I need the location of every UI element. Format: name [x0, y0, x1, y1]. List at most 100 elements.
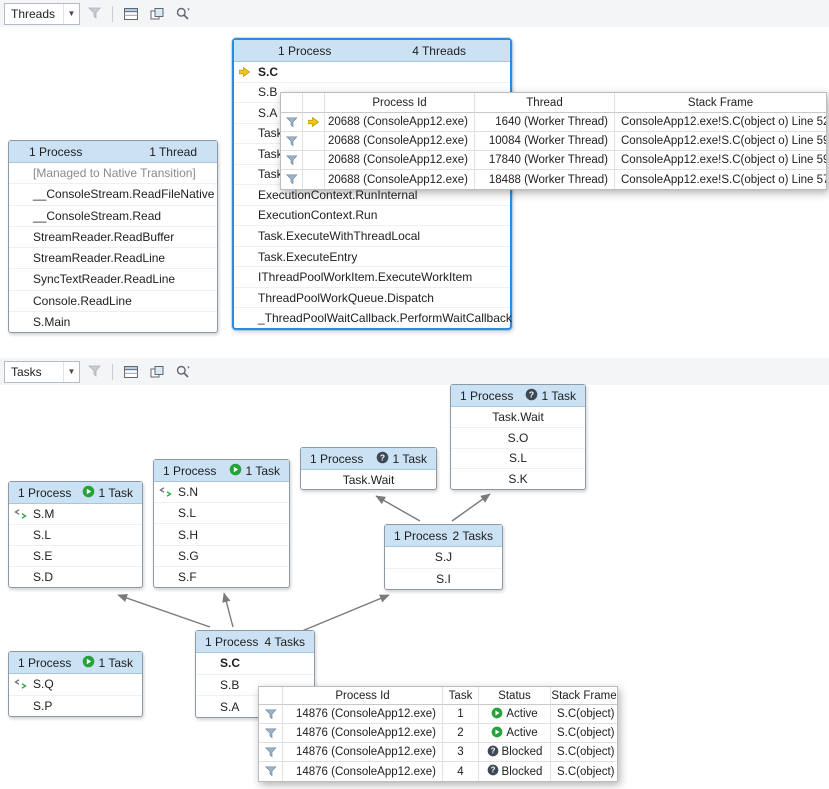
flag-icon[interactable]	[259, 743, 283, 762]
stack-frame[interactable]: __ConsoleStream.Read	[9, 206, 217, 227]
stack-frame[interactable]: Task.Wait	[451, 407, 585, 428]
stack-frame[interactable]: __ConsoleStream.ReadFileNative	[9, 184, 217, 205]
process-id-cell[interactable]: 20688 (ConsoleApp12.exe)	[325, 113, 475, 132]
stack-frame[interactable]: S.I	[385, 569, 502, 590]
flag-icon[interactable]	[281, 132, 303, 151]
stack-frame-cell[interactable]: S.C(object)	[551, 743, 617, 762]
stack-frame[interactable]: Task.ExecuteEntry	[234, 247, 510, 268]
thread-stack-box-main[interactable]: 1 Process 1 Thread [Managed to Native Tr…	[8, 140, 218, 333]
stack-frame-cell[interactable]: ConsoleApp12.exe!S.C(object o) Line 57	[615, 170, 826, 189]
toggle-method-view-icon[interactable]	[119, 3, 142, 25]
stack-frame[interactable]: Task.ExecuteWithThreadLocal	[234, 226, 510, 247]
flag-icon[interactable]	[259, 762, 283, 781]
stack-frame-cell[interactable]: S.C(object)	[551, 762, 617, 781]
task-stack-box-blocked-mid[interactable]: 1 Process ? 1 Task Task.Wait	[300, 447, 437, 490]
process-id-cell[interactable]: 20688 (ConsoleApp12.exe)	[325, 170, 475, 189]
task-id-cell[interactable]: 1	[443, 705, 479, 724]
thread-cell[interactable]: 18488 (Worker Thread)	[475, 170, 615, 189]
stack-frame[interactable]: S.L	[451, 449, 585, 470]
stack-frame[interactable]: S.L	[9, 525, 142, 546]
process-id-cell[interactable]: 14876 (ConsoleApp12.exe)	[283, 743, 443, 762]
task-id-cell[interactable]: 2	[443, 724, 479, 743]
stack-frame[interactable]: StreamReader.ReadLine	[9, 248, 217, 269]
stack-frame-label: S.O	[508, 431, 529, 445]
stack-frame-cell[interactable]: ConsoleApp12.exe!S.C(object o) Line 59	[615, 132, 826, 151]
stack-frame[interactable]: Task.Wait	[301, 470, 436, 489]
tasks-view-selector[interactable]: Tasks ▼	[4, 361, 80, 383]
stack-frame[interactable]: S.L	[154, 503, 289, 524]
stack-frame[interactable]: S.E	[9, 546, 142, 567]
toggle-zoom-icon[interactable]	[171, 361, 194, 383]
stack-frame[interactable]: S.F	[154, 567, 289, 587]
stack-frame[interactable]: S.O	[451, 428, 585, 449]
process-id-cell[interactable]: 14876 (ConsoleApp12.exe)	[283, 762, 443, 781]
auto-scroll-icon[interactable]	[145, 3, 168, 25]
stack-frame-cell[interactable]: ConsoleApp12.exe!S.C(object o) Line 52	[615, 113, 826, 132]
stack-frame[interactable]: ExecutionContext.Run	[234, 206, 510, 227]
task-status-blocked-icon: ?	[525, 388, 538, 404]
stack-frame-label: Task	[258, 126, 283, 140]
task-count-label: 1 Task	[393, 452, 427, 466]
flag-icon[interactable]	[259, 724, 283, 743]
stack-frame[interactable]: S.Q	[9, 674, 142, 696]
flag-icon[interactable]	[281, 151, 303, 170]
stack-frame[interactable]: StreamReader.ReadBuffer	[9, 227, 217, 248]
status-cell[interactable]: Active	[479, 724, 551, 743]
stack-frame-cell[interactable]: ConsoleApp12.exe!S.C(object o) Line 59	[615, 151, 826, 170]
task-stack-box-running-left[interactable]: 1 Process 1 Task S.M S.L S.E S.D	[8, 481, 143, 588]
show-only-flagged-icon[interactable]	[83, 3, 106, 25]
task-id-cell[interactable]: 3	[443, 743, 479, 762]
threads-view-selector[interactable]: Threads ▼	[4, 3, 80, 25]
flag-icon[interactable]	[281, 170, 303, 189]
task-id-cell[interactable]: 4	[443, 762, 479, 781]
toggle-zoom-icon[interactable]	[171, 3, 194, 25]
stack-frame[interactable]: [Managed to Native Transition]	[9, 163, 217, 184]
thread-cell[interactable]: 10084 (Worker Thread)	[475, 132, 615, 151]
stack-frame[interactable]: S.N	[154, 482, 289, 503]
process-count-label: 1 Process	[163, 464, 216, 478]
task-status-running-icon	[82, 485, 95, 501]
process-id-cell[interactable]: 14876 (ConsoleApp12.exe)	[283, 724, 443, 743]
process-count-label: 1 Process	[278, 44, 331, 58]
task-stack-box-running-bottom-left[interactable]: 1 Process 1 Task S.Q S.P	[8, 651, 143, 717]
stack-frame[interactable]: S.G	[154, 546, 289, 567]
process-id-cell[interactable]: 20688 (ConsoleApp12.exe)	[325, 151, 475, 170]
stack-frame[interactable]: S.C	[196, 653, 314, 675]
stack-frame[interactable]: S.J	[385, 547, 502, 569]
stack-frame[interactable]: Console.ReadLine	[9, 291, 217, 312]
stack-frame-label: S.Q	[33, 677, 54, 691]
stack-frame-cell[interactable]: S.C(object)	[551, 724, 617, 743]
show-only-flagged-icon[interactable]	[83, 361, 106, 383]
stack-frame[interactable]: S.H	[154, 524, 289, 545]
stack-frame[interactable]: SyncTextReader.ReadLine	[9, 269, 217, 290]
stack-frame-label: StreamReader.ReadBuffer	[33, 230, 174, 244]
status-cell[interactable]: ? Blocked	[479, 743, 551, 762]
task-stack-box-blocked-right[interactable]: 1 Process ? 1 Task Task.Wait S.O S.L S.K	[450, 384, 586, 490]
status-cell[interactable]: ? Blocked	[479, 762, 551, 781]
box-header: 1 Process 1 Task	[9, 482, 142, 504]
stack-frame-label: S.B	[220, 678, 239, 692]
flag-column-header	[281, 93, 303, 113]
flag-icon[interactable]	[281, 113, 303, 132]
task-stack-box-running-center[interactable]: 1 Process 1 Task S.N S.L S.H S.G S.F	[153, 459, 290, 588]
box-header: 1 Process ? 1 Task	[451, 385, 585, 407]
stack-frame[interactable]: ThreadPoolWorkQueue.Dispatch	[234, 288, 510, 309]
process-id-cell[interactable]: 20688 (ConsoleApp12.exe)	[325, 132, 475, 151]
stack-frame[interactable]: S.M	[9, 504, 142, 525]
thread-cell[interactable]: 1640 (Worker Thread)	[475, 113, 615, 132]
status-cell[interactable]: Active	[479, 705, 551, 724]
stack-frame[interactable]: _ThreadPoolWaitCallback.PerformWaitCallb…	[234, 308, 510, 328]
stack-frame[interactable]: S.P	[9, 696, 142, 717]
stack-frame[interactable]: IThreadPoolWorkItem.ExecuteWorkItem	[234, 267, 510, 288]
process-id-cell[interactable]: 14876 (ConsoleApp12.exe)	[283, 705, 443, 724]
stack-frame[interactable]: S.D	[9, 567, 142, 587]
flag-icon[interactable]	[259, 705, 283, 724]
stack-frame-cell[interactable]: S.C(object)	[551, 705, 617, 724]
toggle-method-view-icon[interactable]	[119, 361, 142, 383]
task-stack-box-two-tasks[interactable]: 1 Process 2 Tasks S.J S.I	[384, 524, 503, 590]
stack-frame[interactable]: S.C	[234, 62, 510, 83]
stack-frame[interactable]: S.Main	[9, 312, 217, 332]
thread-cell[interactable]: 17840 (Worker Thread)	[475, 151, 615, 170]
auto-scroll-icon[interactable]	[145, 361, 168, 383]
stack-frame[interactable]: S.K	[451, 469, 585, 489]
